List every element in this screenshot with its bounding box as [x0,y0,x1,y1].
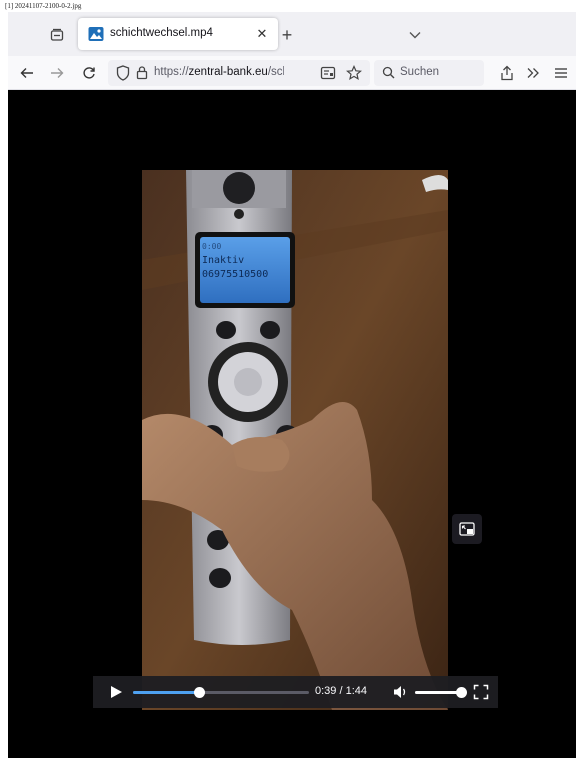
nav-toolbar: https://zentral-bank.eu/schi Suchen [8,56,576,90]
volume-slider[interactable] [415,687,467,698]
hamburger-menu-icon[interactable] [550,62,572,84]
tab-title: schichtwechsel.mp4 [110,27,213,39]
video-page: 0:00 Inaktiv 06975510500 0:39 / 1:44 [8,90,576,758]
video-frame[interactable]: 0:00 Inaktiv 06975510500 [142,170,448,710]
new-tab-button[interactable]: + [276,24,298,46]
time-label: 0:39 / 1:44 [315,685,367,697]
double-chevron-icon[interactable] [522,62,544,84]
video-still [142,170,448,710]
phone-screen-line1: 0:00 [202,242,222,251]
scrubber[interactable] [133,687,309,698]
phone-screen-line2: Inaktiv [202,255,245,266]
volume-thumb[interactable] [456,687,467,698]
play-icon[interactable] [109,685,123,699]
reader-view-icon[interactable] [320,65,336,81]
search-icon [382,66,396,80]
tab-list-icon[interactable] [46,25,68,45]
tab-schichtwechsel[interactable]: schichtwechsel.mp4 ✕ [78,18,278,50]
tab-bar: schichtwechsel.mp4 ✕ + [8,12,576,56]
scrubber-thumb[interactable] [194,687,205,698]
forward-arrow-icon[interactable] [46,62,68,84]
volume-level [415,691,461,694]
fullscreen-icon[interactable] [473,684,489,700]
url-path: /schi [267,66,284,78]
share-icon[interactable] [496,62,518,84]
search-bar[interactable]: Suchen [374,60,484,86]
file-caption: [1] 20241107-2100-0-2.jpg [5,2,82,10]
shield-icon[interactable] [116,65,132,81]
lock-icon[interactable] [136,65,150,81]
url-domain: zentral-bank.eu [188,66,268,78]
video-file-icon [88,26,104,42]
star-icon[interactable] [346,65,362,81]
url-scheme: https:// [154,66,189,78]
close-icon[interactable]: ✕ [253,25,271,43]
search-placeholder: Suchen [400,66,440,78]
phone-screen-line3: 06975510500 [202,269,269,280]
reload-icon[interactable] [78,62,100,84]
back-arrow-icon[interactable] [16,62,38,84]
picture-in-picture-icon[interactable] [452,514,482,544]
phone-screen: 0:00 Inaktiv 06975510500 [202,240,288,300]
chevron-down-icon[interactable] [404,24,426,46]
url-text[interactable]: https://zentral-bank.eu/schi [154,66,284,78]
video-controls: 0:39 / 1:44 [93,676,498,708]
speaker-icon[interactable] [393,684,409,700]
scrubber-progress [133,691,199,694]
url-bar[interactable]: https://zentral-bank.eu/schi [108,60,370,86]
